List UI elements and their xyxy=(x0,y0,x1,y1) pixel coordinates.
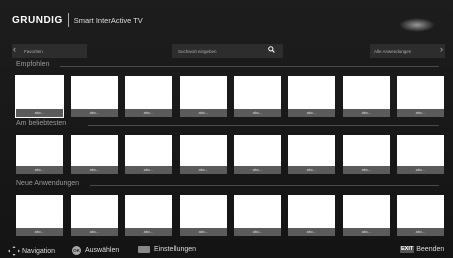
section-title-popular: Am beliebtesten xyxy=(16,120,67,127)
hint-exit: EXIT Beenden xyxy=(400,246,444,253)
app-tile[interactable]: abc... xyxy=(16,195,63,236)
app-tile[interactable]: abc... xyxy=(71,76,118,117)
app-tile-label: abc... xyxy=(343,109,390,117)
app-tile[interactable]: abc... xyxy=(71,135,118,174)
app-tile[interactable]: abc... xyxy=(125,76,172,117)
footer-hints: Navigation OK Auswählen Einstellungen EX… xyxy=(0,244,453,258)
app-tile[interactable]: abc... xyxy=(180,76,227,117)
section-title-recommended: Empfohlen xyxy=(16,61,50,68)
app-tile-label: abc... xyxy=(180,109,227,117)
section-divider xyxy=(88,125,439,126)
brand-logo: GRUNDIG xyxy=(12,14,63,26)
header: GRUNDIG Smart InterActive TV xyxy=(12,11,143,29)
header-divider xyxy=(67,13,69,27)
app-tile-label: abc... xyxy=(180,166,227,174)
app-tile-label: abc... xyxy=(288,109,335,117)
app-tile-label: abc... xyxy=(343,166,390,174)
smart-tv-portal: GRUNDIG Smart InterActive TV Favoriten ‹… xyxy=(0,0,453,258)
hint-select: OK Auswählen xyxy=(72,246,119,255)
favorites-button[interactable]: Favoriten xyxy=(12,44,87,58)
app-tile-label: abc... xyxy=(16,166,63,174)
app-tile[interactable]: abc... xyxy=(125,135,172,174)
section-divider xyxy=(90,185,439,186)
app-tile[interactable]: abc... xyxy=(180,135,227,174)
app-tile[interactable]: abc... xyxy=(288,76,335,117)
app-tile[interactable]: abc... xyxy=(397,195,444,236)
app-tile[interactable]: abc... xyxy=(397,76,444,117)
dpad-icon xyxy=(8,246,20,256)
favorites-label: Favoriten xyxy=(24,48,43,54)
app-tile-label: abc... xyxy=(125,166,172,174)
app-tile-label: abc... xyxy=(288,228,335,236)
app-tile[interactable]: abc... xyxy=(16,135,63,174)
app-tile-label: abc... xyxy=(234,166,281,174)
app-tile-label: abc... xyxy=(234,109,281,117)
all-apps-button[interactable]: Alle Anwendungen xyxy=(370,44,445,58)
header-subtitle: Smart InterActive TV xyxy=(73,15,143,25)
app-tile[interactable]: abc... xyxy=(343,135,390,174)
app-tile[interactable]: abc... xyxy=(288,135,335,174)
app-tile-label: abc... xyxy=(234,228,281,236)
app-tile[interactable]: abc... xyxy=(397,135,444,174)
navigation-label: Navigation xyxy=(22,247,56,255)
ok-key-icon: OK xyxy=(72,246,81,255)
app-tile[interactable]: abc... xyxy=(234,195,281,236)
hint-navigation: Navigation xyxy=(8,246,55,256)
settings-label: Einstellungen xyxy=(154,246,197,253)
color-key-icon xyxy=(138,246,150,253)
app-tile-label: abc... xyxy=(71,109,118,117)
app-tile-label: abc... xyxy=(397,109,444,117)
app-tile[interactable]: abc... xyxy=(125,195,172,236)
app-tile[interactable]: abc... xyxy=(15,75,64,118)
exit-label: Beenden xyxy=(416,246,445,253)
app-tile[interactable]: abc... xyxy=(343,76,390,117)
exit-key-icon: EXIT xyxy=(400,246,415,253)
app-tile[interactable]: abc... xyxy=(234,76,281,117)
app-tile-label: abc... xyxy=(125,109,172,117)
search-input[interactable]: Suchwort eingeben xyxy=(172,44,283,58)
app-tile-label: abc... xyxy=(397,166,444,174)
clock-glow xyxy=(399,18,435,32)
app-tile-label: abc... xyxy=(71,166,118,174)
app-tile-label: abc... xyxy=(180,228,227,236)
app-tile[interactable]: abc... xyxy=(234,135,281,174)
chevron-right-icon[interactable]: › xyxy=(440,44,443,54)
app-tile[interactable]: abc... xyxy=(180,195,227,236)
search-icon[interactable] xyxy=(268,46,275,53)
app-tile[interactable]: abc... xyxy=(343,195,390,236)
app-tile[interactable]: abc... xyxy=(71,195,118,236)
all-apps-label: Alle Anwendungen xyxy=(374,48,412,54)
app-tile[interactable]: abc... xyxy=(288,195,335,236)
hint-settings: Einstellungen xyxy=(138,246,196,253)
search-placeholder: Suchwort eingeben xyxy=(178,48,217,54)
app-tile-label: abc... xyxy=(343,228,390,236)
chevron-left-icon[interactable]: ‹ xyxy=(13,44,16,54)
section-title-new-apps: Neue Anwendungen xyxy=(16,180,80,187)
app-tile-label: abc... xyxy=(288,166,335,174)
section-divider xyxy=(60,66,439,67)
app-tile-label: abc... xyxy=(71,228,118,236)
app-tile-label: abc... xyxy=(16,109,63,117)
app-tile-label: abc... xyxy=(125,228,172,236)
app-tile-label: abc... xyxy=(397,228,444,236)
select-label: Auswählen xyxy=(85,247,120,254)
app-tile-label: abc... xyxy=(16,228,63,236)
